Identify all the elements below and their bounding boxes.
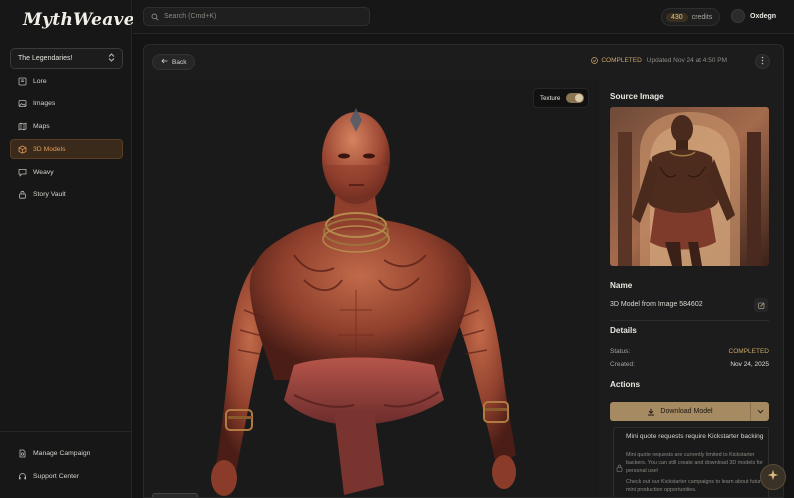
- chevron-updown-icon: [108, 53, 115, 64]
- created-row: Created: Nov 24, 2025: [610, 361, 769, 368]
- sidebar-item-weavy[interactable]: Weavy: [10, 162, 123, 182]
- credits-count: 430: [666, 12, 688, 22]
- sidebar-item-maps[interactable]: Maps: [10, 117, 123, 137]
- model-name: 3D Model from Image 584602: [610, 301, 703, 308]
- vault-icon: [17, 190, 27, 200]
- book-icon: [17, 76, 27, 86]
- sidebar-item-label: Manage Campaign: [33, 449, 91, 457]
- sidebar-item-label: Lore: [33, 77, 47, 85]
- kickstarter-notice: Mini quote requests require Kickstarter …: [613, 427, 769, 497]
- back-button[interactable]: Back: [152, 54, 196, 70]
- sidebar-item-label: Images: [33, 100, 56, 108]
- source-image-art: [610, 107, 769, 266]
- chat-icon: [17, 167, 27, 177]
- model-render: [211, 108, 516, 496]
- status-label: Status:: [610, 348, 631, 355]
- download-label: Download Model: [660, 408, 713, 415]
- lock-icon: [616, 459, 623, 477]
- thumbnail-tab[interactable]: [152, 493, 198, 497]
- search-placeholder: Search (Cmd+K): [164, 13, 217, 20]
- sidebar-item-label: Support Center: [33, 472, 80, 480]
- texture-label: Texture: [540, 94, 561, 102]
- status-header: COMPLETED Updated Nov 24 at 4:50 PM: [591, 57, 727, 64]
- sparkle-icon: [767, 468, 779, 486]
- updated-timestamp: Updated Nov 24 at 4:50 PM: [646, 57, 727, 64]
- created-value: Nov 24, 2025: [730, 361, 769, 368]
- sidebar-item-label: Weavy: [33, 168, 54, 176]
- status-value: COMPLETED: [728, 348, 769, 355]
- ai-assistant-button[interactable]: [760, 464, 786, 490]
- status-indicator: COMPLETED: [591, 57, 642, 64]
- download-dropdown-toggle[interactable]: [751, 409, 769, 414]
- model-viewer[interactable]: Texture: [144, 80, 599, 497]
- back-label: Back: [172, 58, 187, 66]
- actions-heading: Actions: [610, 380, 641, 389]
- edit-name-button[interactable]: [754, 298, 768, 312]
- credits-label: credits: [691, 13, 713, 21]
- check-circle-icon: [591, 57, 599, 64]
- notice-body: Mini quote requests are currently limite…: [626, 452, 763, 474]
- source-image[interactable]: [610, 107, 769, 266]
- edit-icon: [757, 296, 765, 314]
- name-heading: Name: [610, 281, 633, 290]
- campaign-selector-value: The Legendaries!: [18, 55, 73, 62]
- username: Oxdegn: [750, 12, 777, 20]
- download-model-button[interactable]: Download Model: [610, 402, 769, 421]
- images-icon: [17, 99, 27, 109]
- sidebar-item-label: Story Vault: [33, 191, 66, 199]
- app-logo[interactable]: MythWeaver: [23, 10, 144, 30]
- app-root: MythWeaver The Legendaries! Lore Images …: [0, 0, 794, 498]
- notice-footer: Check out our Kickstarter campaigns to l…: [626, 479, 764, 493]
- texture-switch[interactable]: [566, 93, 585, 103]
- more-options-button[interactable]: [755, 54, 770, 69]
- sidebar-item-3d-models[interactable]: 3D Models: [10, 139, 123, 160]
- map-icon: [17, 122, 27, 132]
- download-main[interactable]: Download Model: [610, 402, 751, 421]
- sidebar-item-lore[interactable]: Lore: [10, 71, 123, 91]
- sidebar-nav: Lore Images Maps 3D Models Weavy Story V…: [10, 71, 123, 208]
- texture-toggle[interactable]: Texture: [533, 88, 589, 108]
- search-input[interactable]: Search (Cmd+K): [143, 7, 370, 26]
- download-icon: [647, 408, 655, 416]
- avatar: [731, 9, 745, 23]
- sidebar-footer: Manage Campaign Support Center: [0, 431, 132, 489]
- sidebar-item-label: Maps: [33, 123, 50, 131]
- support-center-link[interactable]: Support Center: [10, 466, 123, 486]
- campaign-icon: [17, 448, 27, 458]
- details-heading: Details: [610, 326, 637, 335]
- status-text: COMPLETED: [601, 57, 642, 64]
- chevron-down-icon: [757, 409, 763, 414]
- kebab-icon: [761, 56, 764, 67]
- cube-icon: [17, 144, 27, 154]
- model-detail-panel: Back COMPLETED Updated Nov 24 at 4:50 PM: [143, 44, 784, 498]
- credits-badge[interactable]: 430 credits: [661, 8, 721, 26]
- campaign-selector[interactable]: The Legendaries!: [10, 48, 123, 69]
- divider: [610, 320, 769, 321]
- sidebar-item-images[interactable]: Images: [10, 94, 123, 114]
- headset-icon: [17, 471, 27, 481]
- topbar: Search (Cmd+K) 430 credits Oxdegn: [133, 0, 794, 34]
- status-row: Status: COMPLETED: [610, 348, 769, 355]
- created-label: Created:: [610, 361, 635, 368]
- sidebar: MythWeaver The Legendaries! Lore Images …: [0, 0, 144, 498]
- search-icon: [151, 13, 159, 21]
- arrow-left-icon: [161, 58, 168, 66]
- source-image-heading: Source Image: [610, 92, 664, 101]
- sidebar-item-label: 3D Models: [33, 145, 66, 153]
- sidebar-item-story-vault[interactable]: Story Vault: [10, 185, 123, 205]
- user-menu[interactable]: Oxdegn: [731, 9, 776, 23]
- notice-title: Mini quote requests require Kickstarter …: [626, 433, 764, 440]
- manage-campaign-link[interactable]: Manage Campaign: [10, 443, 123, 463]
